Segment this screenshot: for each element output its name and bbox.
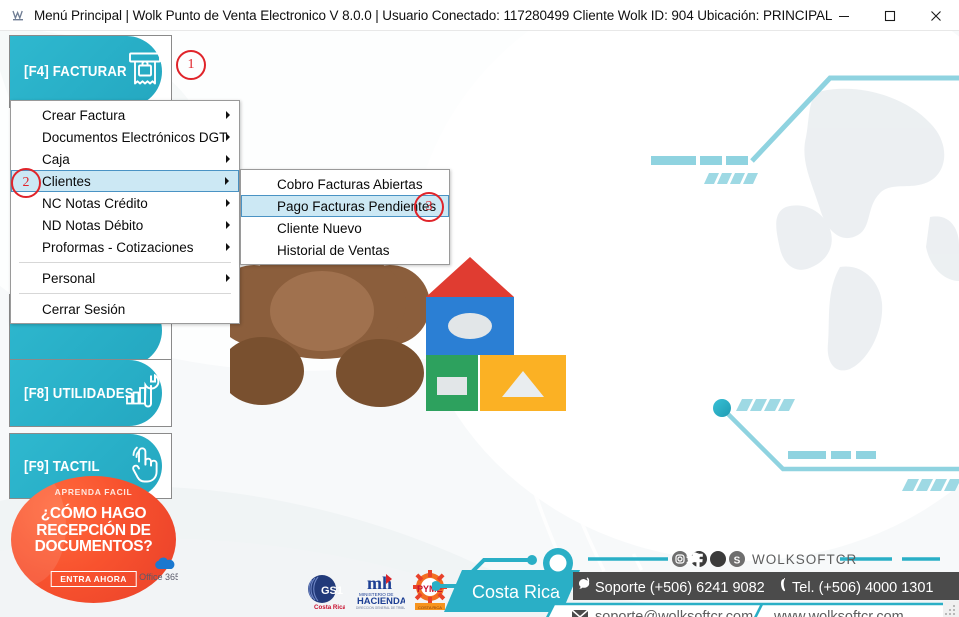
submenu-item-label: Historial de Ventas bbox=[277, 242, 390, 258]
menu-item-proformas-cotizaciones[interactable]: Proformas - Cotizaciones bbox=[11, 236, 239, 258]
promo-headline: ¿CÓMO HAGO RECEPCIÓN DE DOCUMENTOS? bbox=[11, 505, 176, 556]
chevron-right-icon bbox=[226, 199, 230, 207]
menu-item-label: ND Notas Débito bbox=[42, 217, 144, 233]
menu-item-personal[interactable]: Personal bbox=[11, 267, 239, 289]
menu-item-label: Clientes bbox=[42, 173, 91, 189]
menu-item-documentos-electronicos-dgt[interactable]: Documentos Electrónicos DGT bbox=[11, 126, 239, 148]
footer-web-label: www.wolksoftcr.com bbox=[773, 609, 904, 617]
submenu-item-historial-de-ventas[interactable]: Historial de Ventas bbox=[241, 239, 449, 261]
callout-marker-3: 3 bbox=[414, 192, 444, 222]
close-button[interactable] bbox=[913, 0, 959, 31]
office-365-text: Office 365 bbox=[139, 572, 178, 582]
menu-item-label: Documentos Electrónicos DGT bbox=[42, 129, 228, 145]
chevron-right-icon bbox=[226, 221, 230, 229]
resize-grip[interactable] bbox=[943, 601, 959, 617]
wrench-bars-icon bbox=[122, 371, 162, 416]
window-controls bbox=[821, 0, 959, 31]
chevron-right-icon bbox=[225, 177, 229, 185]
toy-blocks-graphic bbox=[426, 257, 566, 411]
promo-circle: APRENDA FACIL ¿CÓMO HAGO RECEPCIÓN DE DO… bbox=[11, 476, 176, 603]
title-bar: Menú Principal | Wolk Punto de Venta Ele… bbox=[0, 0, 959, 31]
menu-item-label: Personal bbox=[42, 270, 96, 286]
menu-item-nc-notas-credito[interactable]: NC Notas Crédito bbox=[11, 192, 239, 214]
callout-marker-2: 2 bbox=[11, 168, 41, 198]
promo-cta-button[interactable]: ENTRA AHORA bbox=[50, 571, 137, 587]
office-365-label: Office 365 bbox=[139, 557, 178, 582]
footer-country-label: Costa Rica bbox=[472, 582, 561, 602]
menu-separator bbox=[19, 293, 231, 294]
footer-contact: Costa Rica S WOLKSOFTCR Soporte (+506) 6… bbox=[431, 536, 959, 617]
submenu-item-label: Cliente Nuevo bbox=[277, 220, 362, 236]
menu-item-nd-notas-debito[interactable]: ND Notas Débito bbox=[11, 214, 239, 236]
teddy-bear-graphic bbox=[214, 247, 430, 407]
action-button-utilidades[interactable]: [F8] UTILIDADES bbox=[9, 359, 172, 427]
action-button-label: [F8] UTILIDADES bbox=[24, 384, 134, 402]
menu-item-label: Crear Factura bbox=[42, 107, 126, 123]
footer-brand-handle: WOLKSOFTCR bbox=[752, 552, 857, 567]
gs1-logo-icon: GS1 Costa Rica bbox=[303, 572, 347, 617]
minimize-button[interactable] bbox=[821, 0, 867, 31]
maximize-button[interactable] bbox=[867, 0, 913, 31]
application-window: Menú Principal | Wolk Punto de Venta Ele… bbox=[0, 0, 959, 617]
menu-item-label: NC Notas Crédito bbox=[42, 195, 148, 211]
hacienda-logo-icon: mh MINISTERIO DE HACIENDA DIRECCION GENE… bbox=[353, 570, 418, 617]
window-title: Menú Principal | Wolk Punto de Venta Ele… bbox=[34, 7, 833, 23]
chevron-right-icon bbox=[226, 155, 230, 163]
promo-banner[interactable]: APRENDA FACIL ¿CÓMO HAGO RECEPCIÓN DE DO… bbox=[8, 474, 178, 604]
chevron-right-icon bbox=[226, 111, 230, 119]
menu-item-label: Proformas - Cotizaciones bbox=[42, 239, 194, 255]
submenu-item-label: Cobro Facturas Abiertas bbox=[277, 176, 423, 192]
footer-email-label: soporte@wolksoftcr.com bbox=[595, 609, 753, 617]
submenu-item-label: Pago Facturas Pendientes bbox=[277, 198, 437, 214]
menu-item-clientes[interactable]: Clientes bbox=[11, 170, 239, 192]
promo-headline-line2: RECEPCIÓN DE bbox=[36, 521, 151, 539]
action-button-label: [F4] FACTURAR bbox=[24, 63, 127, 80]
footer-tel-label: Tel. (+506) 4000 1301 bbox=[792, 580, 933, 596]
menu-item-crear-factura[interactable]: Crear Factura bbox=[11, 104, 239, 126]
action-button-facturar[interactable]: [F4] FACTURAR bbox=[9, 35, 172, 108]
chevron-right-icon bbox=[226, 274, 230, 282]
svg-text:DIRECCION GENERAL DE TRIBUTACI: DIRECCION GENERAL DE TRIBUTACION bbox=[356, 606, 405, 610]
receipt-printer-icon bbox=[124, 47, 166, 96]
svg-text:HACIENDA: HACIENDA bbox=[357, 595, 405, 606]
wolk-logo-icon bbox=[6, 0, 32, 31]
menu-separator bbox=[19, 262, 231, 263]
svg-text:S: S bbox=[734, 556, 741, 567]
footer-support-label: Soporte (+506) 6241 9082 bbox=[595, 580, 765, 596]
certification-logos: GS1 Costa Rica mh MINISTERIO DE HACIENDA… bbox=[303, 570, 447, 617]
menu-item-cerrar-sesion[interactable]: Cerrar Sesión bbox=[11, 298, 239, 320]
menu-item-caja[interactable]: Caja bbox=[11, 148, 239, 170]
menu-item-label: Cerrar Sesión bbox=[42, 301, 126, 317]
main-dropdown-menu: Crear Factura Documentos Electrónicos DG… bbox=[10, 100, 240, 324]
submenu-item-cobro-facturas-abiertas[interactable]: Cobro Facturas Abiertas bbox=[241, 173, 449, 195]
onedrive-cloud-icon bbox=[153, 557, 175, 569]
action-button-label: [F9] TACTIL bbox=[24, 457, 100, 475]
submenu-item-cliente-nuevo[interactable]: Cliente Nuevo bbox=[241, 217, 449, 239]
social-icons: S bbox=[672, 551, 745, 568]
promo-headline-line3: DOCUMENTOS? bbox=[34, 538, 153, 555]
menu-item-label: Caja bbox=[42, 151, 70, 167]
chevron-right-icon bbox=[226, 133, 230, 141]
promo-headline-line1: ¿CÓMO HAGO bbox=[40, 505, 147, 522]
svg-text:Costa Rica: Costa Rica bbox=[314, 604, 345, 611]
callout-marker-1: 1 bbox=[176, 50, 206, 80]
svg-text:GS1: GS1 bbox=[321, 585, 343, 597]
promo-kicker: APRENDA FACIL bbox=[54, 487, 133, 497]
envelope-icon bbox=[571, 609, 589, 617]
chevron-right-icon bbox=[226, 243, 230, 251]
